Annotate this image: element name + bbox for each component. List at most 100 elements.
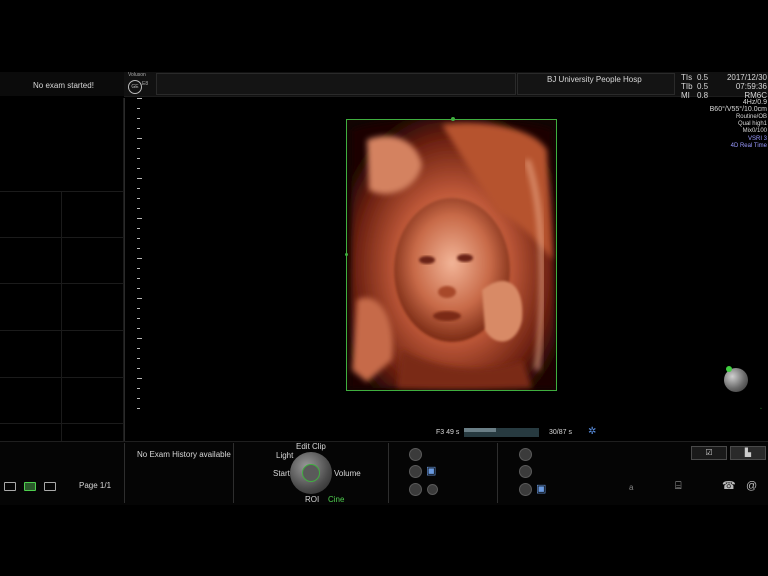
rotary-button-small[interactable] — [427, 484, 438, 495]
annotation-text-button[interactable]: a — [629, 483, 633, 492]
vsri-value: VSRI 3 — [747, 136, 767, 142]
depth-tick — [137, 348, 140, 349]
thumbnail-slot[interactable] — [62, 378, 124, 424]
touch-panel — [0, 441, 768, 505]
edit-clip-label[interactable]: Edit Clip — [296, 442, 326, 451]
tib-label: TIb — [681, 82, 693, 91]
rotary-button[interactable] — [409, 448, 422, 461]
layout-single-icon[interactable] — [4, 482, 16, 491]
depth-tick — [137, 278, 140, 279]
rotary-button[interactable] — [519, 483, 532, 496]
exam-history-text: No Exam History available — [137, 450, 231, 459]
network-icon[interactable]: ⌸ — [675, 480, 687, 492]
thumbnail-slot[interactable] — [0, 378, 62, 424]
depth-tick — [137, 178, 142, 179]
depth-tick — [137, 298, 142, 299]
thumbnail-slot[interactable] — [62, 331, 124, 378]
angle-depth: B60°/V55°/10.0cm — [709, 106, 767, 113]
preset-name: Routine/OB — [735, 114, 767, 120]
rotary-button[interactable] — [519, 448, 532, 461]
header-field — [156, 73, 516, 95]
rotary-button[interactable] — [519, 465, 532, 478]
thumbnail-slot[interactable] — [0, 98, 124, 192]
roi-label[interactable]: ROI — [305, 495, 319, 504]
tis-label: TIs — [681, 73, 693, 82]
divider — [124, 443, 125, 503]
orientation-label: ◦ — [760, 406, 762, 412]
phone-icon[interactable]: ☎ — [722, 480, 736, 492]
divider — [497, 443, 498, 503]
thumbnail-slot[interactable] — [0, 192, 62, 238]
depth-tick — [137, 108, 140, 109]
thumbnail-slot[interactable] — [0, 284, 62, 331]
rotary-button[interactable] — [409, 465, 422, 478]
depth-tick — [137, 258, 142, 259]
volume-label[interactable]: Volume — [334, 469, 361, 478]
chart-button[interactable]: ▙ — [730, 446, 766, 460]
page-indicator: Page 1/1 — [79, 481, 112, 490]
depth-tick — [137, 268, 140, 269]
depth-tick — [137, 308, 140, 309]
brand-sub: E8 — [142, 81, 149, 87]
depth-tick — [137, 228, 140, 229]
layout-quad-icon[interactable] — [44, 482, 56, 491]
ultrasound-4d-image — [346, 119, 557, 391]
roi-handle-top[interactable] — [451, 117, 455, 121]
clip-wheel-center[interactable] — [302, 464, 320, 482]
report-button[interactable]: ☑ — [691, 446, 727, 460]
thumbnail-slot[interactable] — [62, 192, 124, 238]
institution-name: BJ University People Hosp — [547, 75, 642, 84]
depth-tick — [137, 328, 140, 329]
cine-label[interactable]: Cine — [328, 495, 344, 504]
layout-dual-icon[interactable] — [24, 482, 36, 491]
depth-tick — [137, 138, 142, 139]
exam-status-text: No exam started! — [33, 81, 94, 90]
cine-right-label: 30/87 s — [549, 429, 572, 436]
depth-tick — [137, 128, 140, 129]
save-icon[interactable]: ▣ — [536, 484, 547, 495]
exam-date: 2017/12/30 — [726, 73, 767, 82]
snowflake-icon[interactable]: ✲ — [588, 427, 598, 437]
fetus-render — [347, 120, 556, 390]
depth-tick — [137, 248, 140, 249]
exam-time: 07:59:36 — [735, 82, 767, 91]
depth-tick — [137, 358, 140, 359]
depth-tick — [137, 318, 140, 319]
tib-value: 0.5 — [697, 82, 709, 91]
thumbnail-slot[interactable] — [62, 238, 124, 284]
depth-tick — [137, 368, 140, 369]
mi-label: MI — [681, 91, 690, 100]
depth-tick — [137, 168, 140, 169]
thumbnail-slot[interactable] — [62, 284, 124, 331]
rotary-button[interactable] — [409, 483, 422, 496]
ge-logo: GE — [128, 80, 142, 94]
save-icon[interactable]: ▣ — [426, 466, 437, 477]
depth-tick — [137, 398, 140, 399]
light-label[interactable]: Light — [276, 451, 293, 460]
divider — [233, 443, 234, 503]
depth-tick — [137, 408, 140, 409]
depth-tick — [137, 218, 142, 219]
brand-text: Voluson — [128, 72, 146, 78]
roi-handle-left[interactable] — [345, 253, 348, 256]
depth-tick — [137, 98, 142, 99]
depth-tick — [137, 198, 140, 199]
tis-value: 0.5 — [697, 73, 709, 82]
thumbnail-slot[interactable] — [0, 331, 62, 378]
mi-value: 0.8 — [697, 91, 709, 100]
divider — [388, 443, 389, 503]
cine-left-label: F3 49 s — [436, 429, 460, 436]
depth-tick — [137, 148, 140, 149]
depth-tick — [137, 158, 140, 159]
mix-value: Mix0/100 — [742, 128, 767, 134]
depth-tick — [137, 118, 140, 119]
thumbnail-panel — [0, 98, 125, 471]
at-icon[interactable]: @ — [746, 480, 758, 492]
cine-progress-fill — [464, 428, 496, 432]
depth-tick — [137, 378, 142, 379]
depth-tick — [137, 338, 142, 339]
start-label[interactable]: Start — [273, 469, 290, 478]
freq-value: 4Hz/0.9 — [742, 99, 767, 106]
depth-tick — [137, 238, 140, 239]
thumbnail-slot[interactable] — [0, 238, 62, 284]
